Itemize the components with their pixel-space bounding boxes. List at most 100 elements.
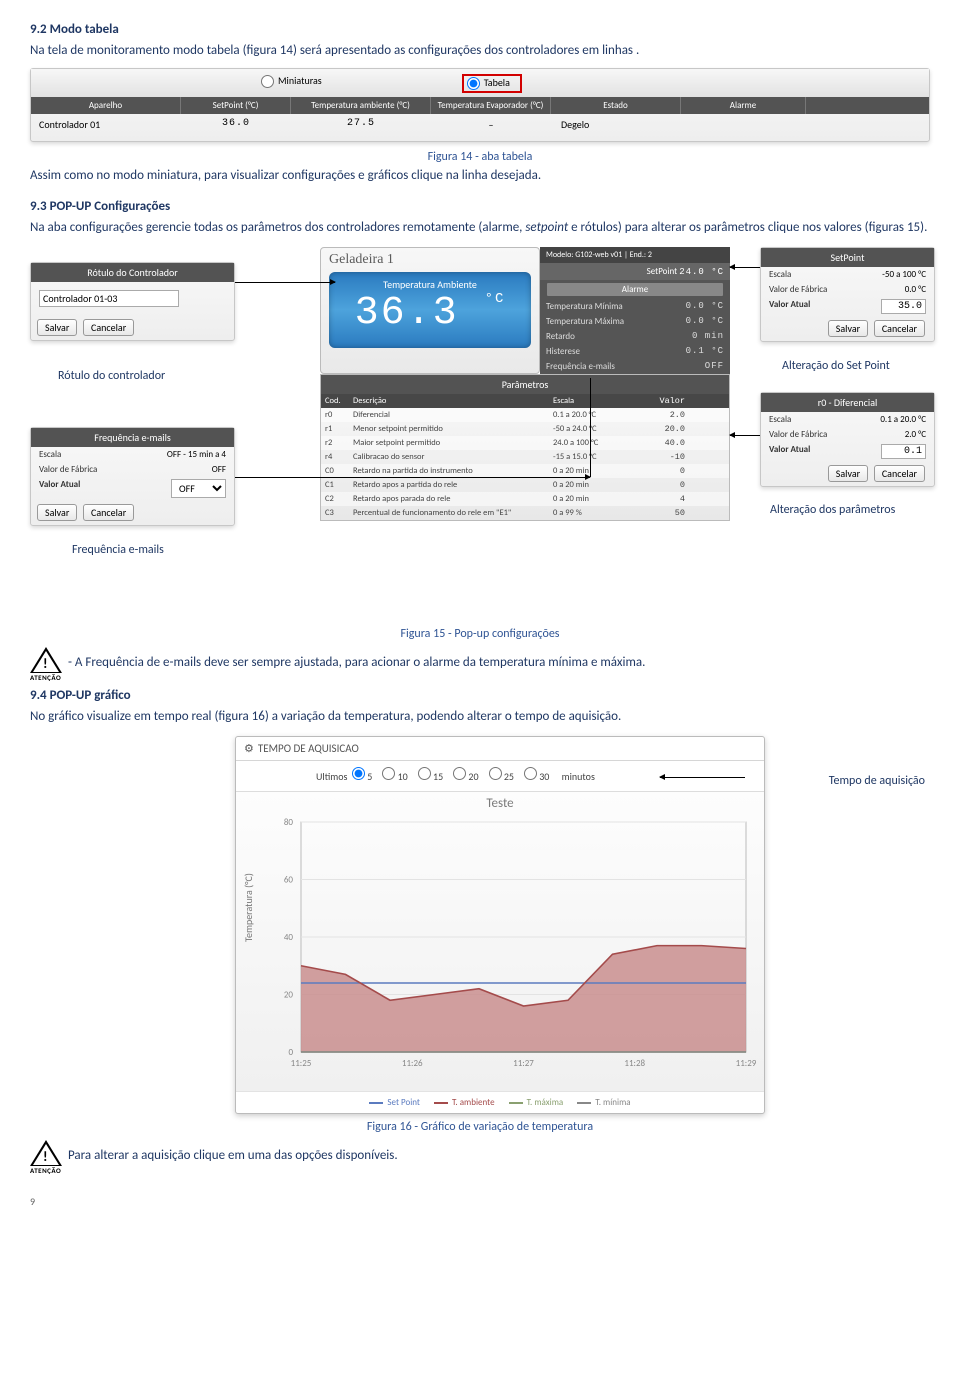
freq-atual-label: Valor Atual bbox=[39, 479, 80, 498]
stats-sp-label: SetPoint bbox=[647, 266, 678, 277]
minutos-label: minutos bbox=[562, 770, 595, 783]
r0-escala-label: Escala bbox=[769, 414, 791, 425]
freq-save-button[interactable]: Salvar bbox=[37, 504, 77, 521]
param-header-row: Cod. Descrição Escala Valor bbox=[321, 394, 729, 408]
r0-atual-input[interactable] bbox=[881, 444, 926, 459]
r0-header: r0 - Diferencial bbox=[761, 393, 934, 412]
r0-save-button[interactable]: Salvar bbox=[828, 465, 868, 482]
svg-text:11:28: 11:28 bbox=[624, 1058, 645, 1069]
param-row[interactable]: C3Percentual de funcionamento do rele em… bbox=[321, 506, 729, 520]
param-row[interactable]: C0Retardo na partida do instrumento0 a 2… bbox=[321, 464, 729, 478]
time-option-5[interactable]: 5 bbox=[352, 770, 372, 783]
radio-tabela[interactable] bbox=[467, 77, 480, 90]
fig14-panel: Miniaturas Tabela Aparelho SetPoint (°C)… bbox=[30, 68, 930, 142]
device-stats: Modelo: G102-web v01 | End.: 2 SetPoint … bbox=[540, 247, 730, 374]
device-name: Geladeira 1 bbox=[321, 248, 539, 268]
param-col-cod: Cod. bbox=[321, 394, 349, 408]
cell-tevap: – bbox=[431, 114, 551, 135]
param-row[interactable]: C1Retardo apos a partida do rele0 a 20 m… bbox=[321, 478, 729, 492]
connector-line bbox=[235, 477, 590, 478]
r0-fab-value: 2.0 °C bbox=[905, 429, 926, 440]
section-9-2-text: Na tela de monitoramento modo tabela (fi… bbox=[30, 43, 930, 60]
param-row[interactable]: r0Diferencial0.1 a 20.0 °C2.0 bbox=[321, 408, 729, 422]
param-col-valor: Valor bbox=[641, 394, 689, 408]
fig16-panel: ⚙TEMPO DE AQUISICAO Ultimos 5 10 15 20 2… bbox=[235, 736, 765, 1114]
time-option-30[interactable]: 30 bbox=[524, 770, 549, 783]
section-9-3-title: 9.3 POP-UP Configurações bbox=[30, 199, 930, 214]
col-aparelho: Aparelho bbox=[31, 97, 181, 114]
legend-tmax: T. máxima bbox=[509, 1097, 564, 1108]
sp-save-button[interactable]: Salvar bbox=[828, 320, 868, 337]
param-row[interactable]: r1Menor setpoint permitido-50 a 24.0 °C2… bbox=[321, 422, 729, 436]
plot-svg: 02040608011:2511:2611:2711:2811:29 bbox=[236, 792, 766, 1092]
lcd-label: Temperatura Ambiente bbox=[339, 278, 521, 291]
lcd-value: 36.3 bbox=[355, 291, 459, 336]
radio-miniaturas[interactable] bbox=[261, 75, 274, 88]
param-col-desc: Descrição bbox=[349, 394, 549, 408]
fig16-title: TEMPO DE AQUISICAO bbox=[258, 742, 359, 755]
ultimos-label: Ultimos bbox=[316, 770, 347, 783]
param-row[interactable]: C2Retardo apos parada do rele0 a 20 min4 bbox=[321, 492, 729, 506]
fig14-caption: Figura 14 - aba tabela bbox=[30, 150, 930, 164]
time-option-25[interactable]: 25 bbox=[489, 770, 514, 783]
tab-tabela-label: Tabela bbox=[484, 76, 510, 89]
param-table: Parâmetros Cod. Descrição Escala Valor r… bbox=[320, 374, 730, 521]
freq-caption: Frequência e-mails bbox=[72, 543, 164, 557]
setpoint-header: SetPoint bbox=[761, 248, 934, 267]
tab-tabela[interactable]: Tabela bbox=[467, 76, 510, 89]
attention-label: ATENÇÃO bbox=[30, 1166, 62, 1175]
freq-cancel-button[interactable]: Cancelar bbox=[83, 504, 134, 521]
attention-1: ! ATENÇÃO - A Frequência de e-mails deve… bbox=[30, 647, 930, 682]
r0-escala-value: 0.1 a 20.0 °C bbox=[880, 414, 926, 425]
svg-text:40: 40 bbox=[284, 932, 294, 943]
rotulo-cancel-button[interactable]: Cancelar bbox=[83, 319, 134, 336]
time-option-20[interactable]: 20 bbox=[453, 770, 478, 783]
cell-estado: Degelo bbox=[551, 114, 681, 135]
freq-escala-label: Escala bbox=[39, 449, 61, 460]
r0-fab-label: Valor de Fábrica bbox=[769, 429, 827, 440]
col-setpoint: SetPoint (°C) bbox=[181, 97, 291, 114]
cell-alarme bbox=[681, 114, 806, 135]
sp-escala-value: -50 a 100 °C bbox=[882, 269, 926, 280]
fig16-caption: Figura 16 - Gráfico de variação de tempe… bbox=[30, 1120, 930, 1134]
lcd-unit: °C bbox=[485, 291, 506, 307]
tab-miniaturas[interactable]: Miniaturas bbox=[261, 74, 322, 93]
r0-cancel-button[interactable]: Cancelar bbox=[874, 465, 925, 482]
fig14-header-row: Aparelho SetPoint (°C) Temperatura ambie… bbox=[31, 97, 929, 114]
rotulo-save-button[interactable]: Salvar bbox=[37, 319, 77, 336]
rotulo-input[interactable] bbox=[39, 290, 179, 307]
alarm-button[interactable]: Alarme bbox=[546, 282, 724, 297]
warning-icon: ! bbox=[30, 647, 62, 673]
attention-2-text: Para alterar a aquisição clique em uma d… bbox=[68, 1148, 398, 1165]
sp-fab-label: Valor de Fábrica bbox=[769, 284, 827, 295]
svg-text:0: 0 bbox=[288, 1047, 293, 1058]
time-option-15[interactable]: 15 bbox=[418, 770, 443, 783]
freq-header: Frequência e-mails bbox=[31, 428, 234, 447]
fig14-data-row[interactable]: Controlador 01 36.0 27.5 – Degelo bbox=[31, 114, 929, 135]
setpoint-panel: SetPoint Escala -50 a 100 °C Valor de Fáb… bbox=[760, 247, 935, 342]
r0-panel: r0 - Diferencial Escala 0.1 a 20.0 °C Val… bbox=[760, 392, 935, 487]
sp-atual-input[interactable] bbox=[881, 299, 926, 314]
col-estado: Estado bbox=[551, 97, 681, 114]
fig16-header: ⚙TEMPO DE AQUISICAO bbox=[236, 737, 764, 761]
sp-atual-label: Valor Atual bbox=[769, 299, 810, 314]
device-model: Modelo: G102-web v01 | End.: 2 bbox=[540, 247, 730, 263]
param-title: Parâmetros bbox=[321, 375, 729, 394]
r0-atual-label: Valor Atual bbox=[769, 444, 810, 459]
time-option-10[interactable]: 10 bbox=[382, 770, 407, 783]
freq-atual-select[interactable]: OFF bbox=[171, 479, 226, 498]
sp-escala-label: Escala bbox=[769, 269, 791, 280]
stats-row: Temperatura Mínima0.0 °C bbox=[540, 299, 730, 314]
attention-label: ATENÇÃO bbox=[30, 673, 62, 682]
sp-cancel-button[interactable]: Cancelar bbox=[874, 320, 925, 337]
stats-row: Retardo0 min bbox=[540, 329, 730, 344]
stats-row: Frequência e-mailsOFF bbox=[540, 359, 730, 374]
cell-aparelho: Controlador 01 bbox=[31, 114, 181, 135]
attention-1-text: - A Frequência de e-mails deve ser sempr… bbox=[68, 655, 645, 672]
col-tamb: Temperatura ambiente (°C) bbox=[291, 97, 431, 114]
tempo-aquisicao-label: Tempo de aquisição bbox=[829, 774, 925, 788]
param-row[interactable]: r4Calibracao do sensor-15 a 15.0 °C-10 bbox=[321, 450, 729, 464]
param-row[interactable]: r2Maior setpoint permitido24.0 a 100 °C4… bbox=[321, 436, 729, 450]
stats-sp-value[interactable]: 24.0 °C bbox=[679, 267, 724, 277]
stats-row: Temperatura Máxima0.0 °C bbox=[540, 314, 730, 329]
